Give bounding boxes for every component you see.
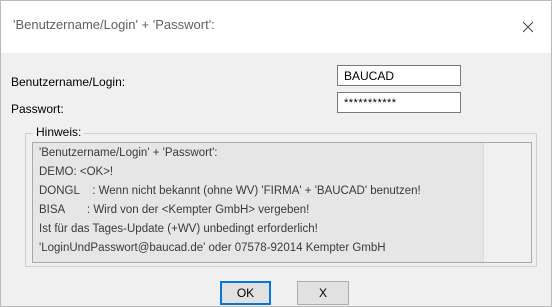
hint-line: 'LoginUndPasswort@baucad.de' oder 07578-… (39, 242, 386, 254)
hint-line: DONGL : Wenn nicht bekannt (ohne WV) 'FI… (39, 185, 421, 197)
window-title: 'Benutzername/Login' + 'Passwort': (13, 17, 215, 32)
username-field[interactable]: BAUCAD (337, 65, 461, 86)
hint-line: 'Benutzername/Login' + 'Passwort': (39, 147, 218, 159)
password-label: Passwort: (11, 102, 64, 116)
hint-line: Ist für das Tages-Update (+WV) unbedingt… (39, 223, 318, 235)
password-field[interactable]: *********** (337, 92, 461, 113)
login-dialog: 'Benutzername/Login' + 'Passwort': Benut… (0, 0, 552, 307)
hint-scrollbar-area[interactable] (483, 143, 531, 262)
hint-title: Hinweis: (33, 125, 85, 139)
close-button[interactable] (505, 1, 551, 53)
close-icon (522, 21, 534, 33)
title-bar: 'Benutzername/Login' + 'Passwort': (1, 1, 551, 53)
username-label: Benutzername/Login: (11, 75, 126, 89)
hint-line: DEMO: <OK>! (39, 166, 114, 178)
hint-textarea[interactable]: 'Benutzername/Login' + 'Passwort': DEMO:… (32, 142, 532, 263)
hint-line: BISA : Wird von der <Kempter GmbH> verge… (39, 204, 310, 216)
cancel-button[interactable]: X (297, 281, 349, 305)
ok-button[interactable]: OK (220, 281, 271, 305)
